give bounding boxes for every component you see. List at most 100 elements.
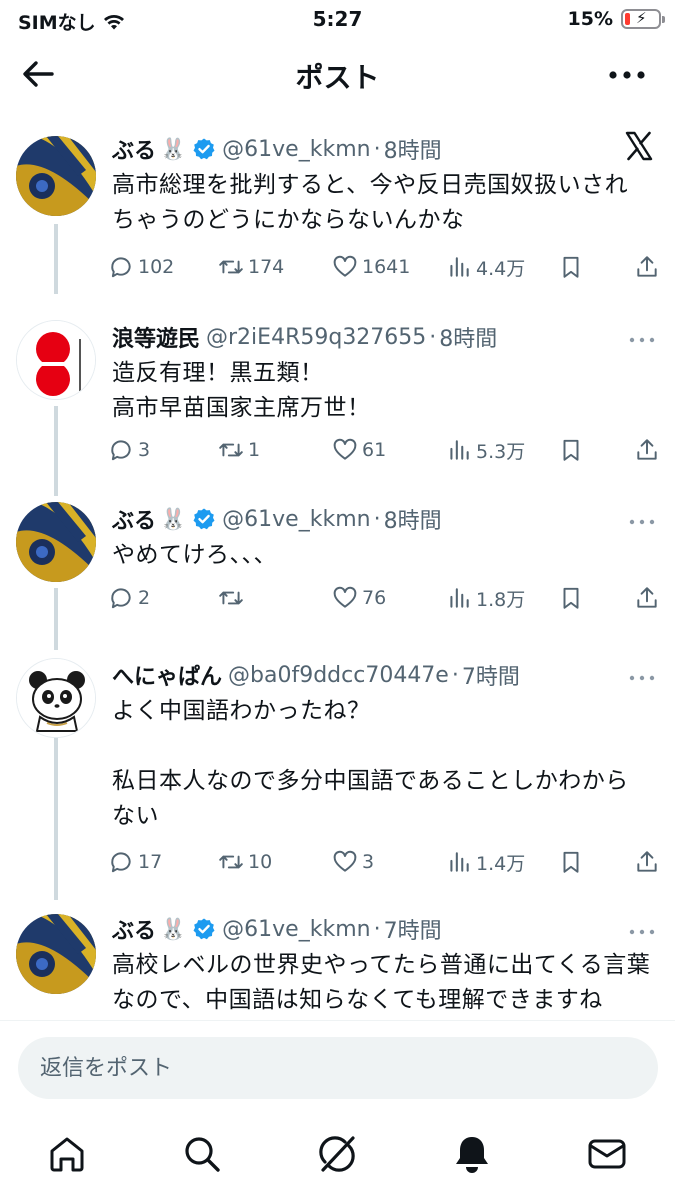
post[interactable]: ぶる 🐰 @61ve_kkmn · 7時間 高校レベルの世界史やってたら普通に出… [0, 894, 675, 1020]
avatar[interactable] [16, 320, 96, 400]
bookmark-icon [563, 256, 579, 278]
share-button[interactable] [634, 249, 660, 285]
separator-dot: · [451, 662, 459, 688]
avatar[interactable] [16, 502, 96, 582]
repost-button[interactable]: 174 [218, 249, 284, 285]
post-time[interactable]: 7時間 [462, 659, 520, 691]
thread: ぶる 🐰 @61ve_kkmn · 8時間 高市総理を批判すると、今や反日売国奴… [0, 112, 675, 1020]
display-name[interactable]: ぶる [112, 133, 156, 165]
tab-search[interactable] [180, 1132, 224, 1176]
repost-button[interactable] [218, 580, 248, 616]
post-header: 浪等遊民 @r2iE4R59q327655 · 8時間 [112, 320, 655, 354]
view-count: 1.8万 [476, 588, 526, 611]
views-button[interactable]: 1.8万 [446, 580, 525, 616]
tab-messages[interactable] [585, 1132, 629, 1176]
battery-percent: 15% [567, 8, 613, 30]
post-time[interactable]: 8時間 [439, 321, 497, 353]
more-icon[interactable] [627, 668, 657, 688]
user-handle[interactable]: @r2iE4R59q327655 [206, 325, 426, 350]
reply-button[interactable]: 17 [108, 844, 162, 880]
like-button[interactable]: 1641 [332, 249, 410, 285]
post-text: やめてけろ、、、 [112, 542, 277, 568]
post-header: へにゃぱん @ba0f9ddcc70447e · 7時間 [112, 658, 655, 692]
reply-button[interactable]: 102 [108, 249, 174, 285]
user-avatar-image [17, 321, 95, 399]
bookmark-button[interactable] [558, 844, 584, 880]
post[interactable]: へにゃぱん @ba0f9ddcc70447e · 7時間 よく中国語わかったね？… [0, 642, 675, 894]
reply-count: 2 [138, 587, 151, 609]
battery-icon: ⚡ [621, 9, 665, 29]
tab-grok[interactable] [315, 1132, 359, 1176]
post[interactable]: 浪等遊民 @r2iE4R59q327655 · 8時間 造反有理！黒五類！ 高市… [0, 300, 675, 482]
more-icon[interactable] [627, 922, 657, 942]
user-handle[interactable]: @61ve_kkmn [222, 917, 370, 942]
user-handle[interactable]: @61ve_kkmn [222, 507, 370, 532]
repost-icon [219, 260, 243, 274]
avatar[interactable] [16, 658, 96, 738]
reply-input[interactable] [18, 1037, 658, 1099]
bookmark-button[interactable] [558, 432, 584, 468]
reply-icon [111, 588, 131, 609]
status-bar-right: 15% ⚡ [567, 8, 665, 30]
reply-button[interactable]: 2 [108, 580, 150, 616]
post[interactable]: ぶる 🐰 @61ve_kkmn · 8時間 やめてけろ、、、 2 76 1.8万 [0, 482, 675, 642]
notifications-icon [456, 1137, 488, 1173]
repost-button[interactable]: 10 [218, 844, 272, 880]
share-button[interactable] [634, 580, 660, 616]
display-name[interactable]: ぶる [112, 503, 156, 535]
reply-button[interactable]: 3 [108, 432, 150, 468]
repost-button[interactable]: 1 [218, 432, 260, 468]
repost-icon [219, 855, 243, 869]
share-icon [637, 851, 657, 872]
heart-icon [333, 850, 357, 872]
separator-dot: · [373, 506, 381, 532]
more-icon[interactable] [627, 512, 657, 532]
bookmark-button[interactable] [558, 249, 584, 285]
avatar[interactable] [16, 914, 96, 994]
user-avatar-image [16, 914, 96, 994]
post-actions: 2 76 1.8万 [108, 580, 659, 616]
repost-count: 174 [248, 256, 285, 278]
post-text: よく中国語わかったね？ 私日本人なので多分中国語であることしかわからない [112, 698, 629, 829]
bookmark-icon [563, 587, 579, 609]
views-button[interactable]: 1.4万 [446, 844, 525, 880]
verified-badge-icon [193, 508, 215, 530]
share-button[interactable] [634, 432, 660, 468]
reply-icon [111, 440, 131, 461]
post-time[interactable]: 7時間 [384, 913, 442, 945]
like-button[interactable]: 76 [332, 580, 386, 616]
share-icon [637, 256, 657, 277]
grok-icon [319, 1136, 355, 1172]
bookmark-button[interactable] [558, 580, 584, 616]
share-icon [637, 439, 657, 460]
user-handle[interactable]: @61ve_kkmn [222, 137, 370, 162]
like-button[interactable]: 61 [332, 432, 386, 468]
post-time[interactable]: 8時間 [384, 503, 442, 535]
bookmark-icon [563, 439, 579, 461]
repost-icon [219, 443, 243, 457]
reply-count: 17 [138, 851, 163, 873]
more-icon[interactable] [627, 330, 657, 350]
post-time[interactable]: 8時間 [384, 133, 442, 165]
analytics-icon [450, 588, 469, 608]
more-horizontal-icon[interactable] [607, 60, 647, 90]
post-actions: 3 1 61 5.3万 [108, 432, 659, 468]
tab-home[interactable] [45, 1132, 89, 1176]
heart-icon [333, 255, 357, 277]
like-button[interactable]: 3 [332, 844, 374, 880]
post[interactable]: ぶる 🐰 @61ve_kkmn · 8時間 高市総理を批判すると、今や反日売国奴… [0, 112, 675, 300]
verified-badge-icon [193, 138, 215, 160]
display-name[interactable]: へにゃぱん [112, 659, 222, 691]
page-title: ポスト [295, 61, 380, 94]
tab-notifications[interactable] [450, 1132, 494, 1176]
display-name[interactable]: 浪等遊民 [112, 321, 200, 353]
avatar[interactable] [16, 136, 96, 216]
display-name[interactable]: ぶる [112, 913, 156, 945]
views-button[interactable]: 4.4万 [446, 249, 525, 285]
user-avatar-image [16, 502, 96, 582]
views-button[interactable]: 5.3万 [446, 432, 525, 468]
separator-dot: · [373, 136, 381, 162]
user-handle[interactable]: @ba0f9ddcc70447e [228, 663, 449, 688]
view-count: 1.4万 [476, 852, 526, 875]
share-button[interactable] [634, 844, 660, 880]
